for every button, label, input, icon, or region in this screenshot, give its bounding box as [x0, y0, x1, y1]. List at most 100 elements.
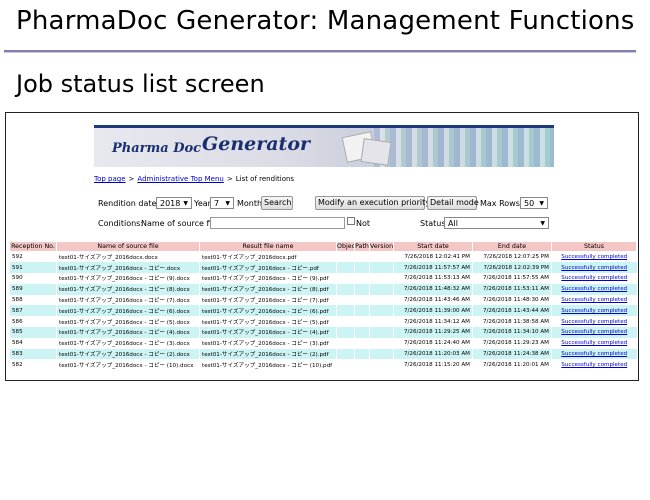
reception-no-cell: 582	[9, 359, 57, 371]
reception-no-cell: 587	[9, 305, 57, 317]
modify-priority-button[interactable]: Modify an execution priority	[315, 196, 430, 210]
object-id-cell	[336, 337, 355, 349]
column-header: End date	[472, 241, 552, 252]
status-link[interactable]: Successfully completed	[561, 265, 627, 271]
end-date-cell: 7/26/2018 11:34:10 AM	[472, 327, 552, 338]
table-row: 585 test01-サイズアップ_2016docx - コピー (4).docx…	[9, 327, 637, 338]
path-cell	[354, 337, 370, 349]
start-date-cell: 7/26/2018 11:43:46 AM	[393, 294, 473, 306]
not-checkbox[interactable]	[347, 217, 355, 225]
result-file-cell: test01-サイズアップ_2016docx - コピー (5).pdf	[199, 316, 337, 328]
breadcrumb-current: List of renditions	[235, 175, 295, 183]
end-date-cell: 7/26/2018 11:24:38 AM	[472, 348, 552, 360]
end-date-cell: 7/26/2018 11:53:11 AM	[472, 283, 552, 295]
table-row: 582 test01-サイズアップ_2016docx - コピー (10).doc…	[9, 359, 637, 371]
breadcrumb-separator: >	[226, 175, 233, 183]
status-link[interactable]: Successfully completed	[561, 254, 627, 260]
end-date-cell: 7/26/2018 12:02:39 PM	[472, 262, 552, 274]
status-cell: Successfully completed	[551, 273, 637, 284]
status-link[interactable]: Successfully completed	[561, 362, 627, 368]
result-file-cell: test01-サイズアップ_2016docx - コピー (8).pdf	[199, 283, 337, 295]
version-cell	[369, 327, 394, 338]
month-select-value: 7	[214, 199, 220, 208]
path-cell	[354, 273, 370, 284]
status-link[interactable]: Successfully completed	[561, 286, 627, 292]
breadcrumb: Top page > Administrative Top Menu > List of…	[94, 175, 294, 183]
status-cell: Successfully completed	[551, 316, 637, 328]
source-file-cell: test01-サイズアップ_2016docx - コピー (5).docx	[56, 316, 200, 328]
status-link[interactable]: Successfully completed	[561, 297, 627, 303]
table-row: 592 test01-サイズアップ_2016docx.docx test01-サイズ…	[9, 251, 637, 263]
column-header: Version	[369, 241, 394, 252]
brand-logo-generator: Generator	[202, 133, 310, 155]
start-date-cell: 7/26/2018 11:20:03 AM	[393, 348, 473, 360]
version-cell	[369, 262, 394, 274]
source-file-cell: test01-サイズアップ_2016docx - コピー (3).docx	[56, 337, 200, 349]
source-file-cell: test01-サイズアップ_2016docx - コピー (4).docx	[56, 327, 200, 338]
reception-no-cell: 590	[9, 273, 57, 284]
status-link[interactable]: Successfully completed	[561, 319, 627, 325]
start-date-cell: 7/26/2018 11:39:00 AM	[393, 305, 473, 317]
source-file-cell: test01-サイズアップ_2016docx - コピー (9).docx	[56, 273, 200, 284]
reception-no-cell: 584	[9, 337, 57, 349]
search-button[interactable]: Search	[261, 196, 293, 210]
reception-no-cell: 588	[9, 294, 57, 306]
table-row: 591 test01-サイズアップ_2016docx - コピー.docx test…	[9, 262, 637, 274]
result-file-cell: test01-サイズアップ_2016docx - コピー (2).pdf	[199, 348, 337, 360]
source-file-cell: test01-サイズアップ_2016docx - コピー (7).docx	[56, 294, 200, 306]
conditions-label: Conditions:	[98, 219, 144, 228]
status-select[interactable]: All ▼	[444, 217, 549, 229]
breadcrumb-admin-menu[interactable]: Administrative Top Menu	[137, 175, 223, 183]
rendition-date-label: Rendition date:	[98, 199, 160, 208]
chevron-down-icon: ▼	[225, 200, 230, 207]
start-date-cell: 7/26/2018 11:48:32 AM	[393, 283, 473, 295]
source-file-cell: test01-サイズアップ_2016docx - コピー (6).docx	[56, 305, 200, 317]
table-row: 586 test01-サイズアップ_2016docx - コピー (5).docx…	[9, 316, 637, 328]
table-header-row: Reception No. Name of source file Result f…	[9, 241, 637, 252]
year-select[interactable]: 2018 ▼	[156, 197, 192, 209]
source-file-input[interactable]	[210, 217, 345, 229]
result-file-cell: test01-サイズアップ_2016docx - コピー (10).pdf	[199, 359, 337, 371]
result-file-cell: test01-サイズアップ_2016docx - コピー (6).pdf	[199, 305, 337, 317]
status-link[interactable]: Successfully completed	[561, 275, 627, 281]
result-file-cell: test01-サイズアップ_2016docx - コピー (9).pdf	[199, 273, 337, 284]
source-file-cell: test01-サイズアップ_2016docx - コピー.docx	[56, 262, 200, 274]
version-cell	[369, 348, 394, 360]
status-cell: Successfully completed	[551, 305, 637, 317]
max-rows-label: Max Rows:	[480, 199, 523, 208]
status-link[interactable]: Successfully completed	[561, 329, 627, 335]
object-id-cell	[336, 316, 355, 328]
result-file-cell: test01-サイズアップ_2016docx.pdf	[199, 251, 337, 263]
path-cell	[354, 262, 370, 274]
start-date-cell: 7/26/2018 11:15:20 AM	[393, 359, 473, 371]
detail-mode-button[interactable]: Detail mode	[427, 196, 479, 210]
end-date-cell: 7/26/2018 11:48:30 AM	[472, 294, 552, 306]
end-date-cell: 7/26/2018 11:57:55 AM	[472, 273, 552, 284]
end-date-cell: 7/26/2018 11:38:58 AM	[472, 316, 552, 328]
status-link[interactable]: Successfully completed	[561, 351, 627, 357]
column-header: Name of source file	[56, 241, 200, 252]
reception-no-cell: 583	[9, 348, 57, 360]
status-cell: Successfully completed	[551, 327, 637, 338]
table-row: 589 test01-サイズアップ_2016docx - コピー (8).docx…	[9, 283, 637, 295]
breadcrumb-top-page[interactable]: Top page	[94, 175, 126, 183]
result-file-cell: test01-サイズアップ_2016docx - コピー (3).pdf	[199, 337, 337, 349]
max-rows-select[interactable]: 50 ▼	[520, 197, 548, 209]
status-label: Status	[420, 219, 446, 228]
reception-no-cell: 585	[9, 327, 57, 338]
brand-logo-pharma: Pharma Doc	[112, 141, 202, 156]
not-label: Not	[356, 219, 371, 228]
month-select[interactable]: 7 ▼	[210, 197, 234, 209]
path-cell	[354, 294, 370, 306]
status-link[interactable]: Successfully completed	[561, 308, 627, 314]
table-row: 583 test01-サイズアップ_2016docx - コピー (2).docx…	[9, 348, 637, 360]
end-date-cell: 7/26/2018 12:07:25 PM	[472, 251, 552, 263]
table-row: 588 test01-サイズアップ_2016docx - コピー (7).docx…	[9, 294, 637, 306]
path-cell	[354, 327, 370, 338]
status-link[interactable]: Successfully completed	[561, 340, 627, 346]
banner-decoration	[374, 128, 554, 167]
object-id-cell	[336, 327, 355, 338]
version-cell	[369, 294, 394, 306]
status-cell: Successfully completed	[551, 337, 637, 349]
column-header: Object ID	[336, 241, 355, 252]
